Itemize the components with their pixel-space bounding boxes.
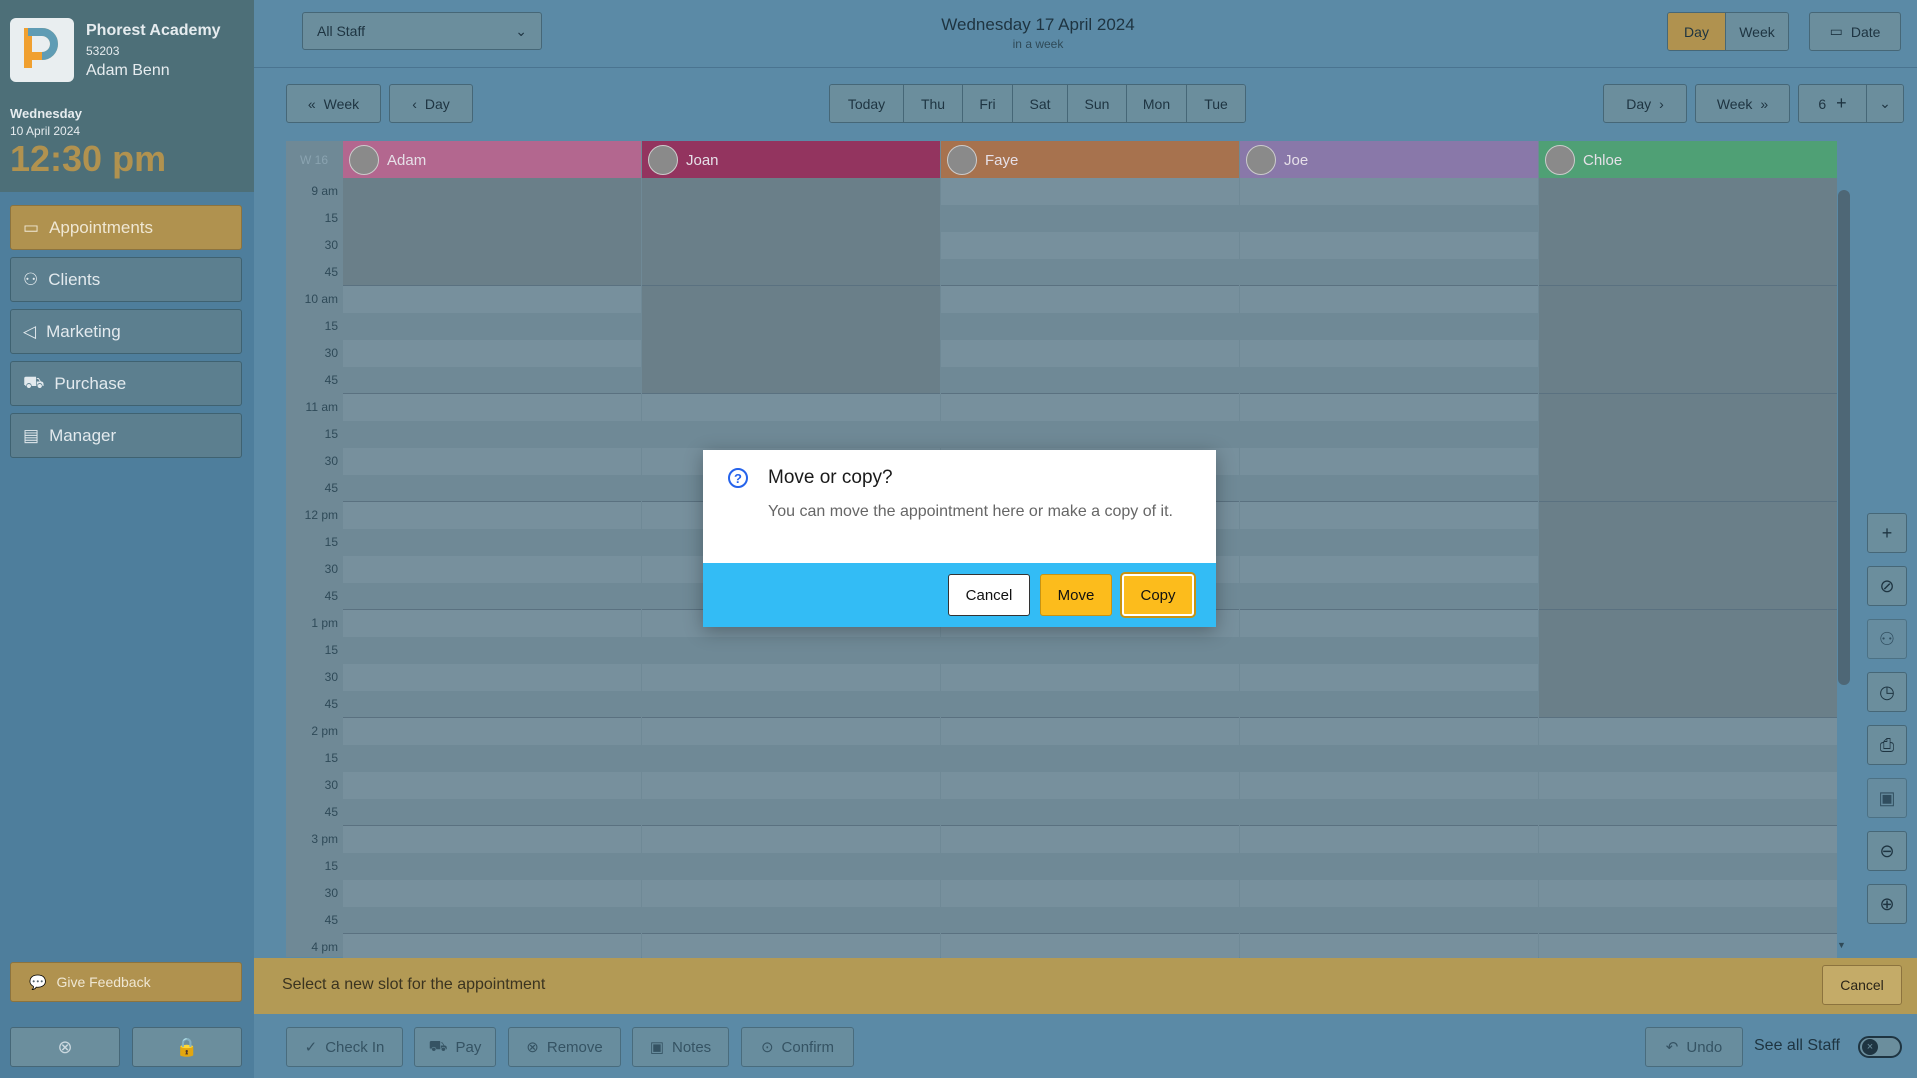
question-icon: ? — [728, 468, 748, 488]
dialog-message: You can move the appointment here or mak… — [768, 503, 1173, 520]
dialog-title: Move or copy? — [768, 467, 893, 488]
dialog-move-button[interactable]: Move — [1040, 574, 1112, 616]
dialog-copy-button[interactable]: Copy — [1122, 574, 1194, 616]
move-copy-dialog: ? Move or copy? You can move the appoint… — [703, 450, 1216, 627]
dialog-cancel-button[interactable]: Cancel — [948, 574, 1030, 616]
